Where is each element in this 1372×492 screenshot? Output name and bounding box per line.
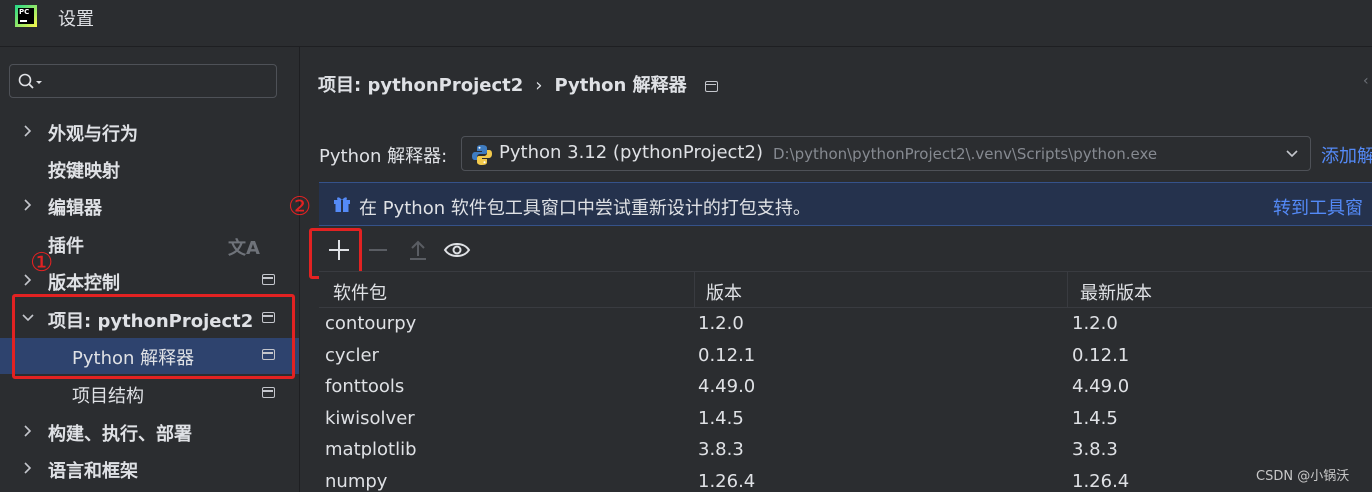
sidebar-item-label: 语言和框架: [48, 461, 138, 482]
breadcrumb-page: Python 解释器: [554, 75, 687, 96]
column-header-package[interactable]: 软件包: [333, 279, 387, 305]
package-latest-version: 0.12.1: [1072, 344, 1130, 366]
interpreter-name: Python 3.12 (pythonProject2): [499, 142, 763, 163]
interpreter-path: D:\python\pythonProject2\.venv\Scripts\p…: [773, 145, 1158, 163]
column-header-version[interactable]: 版本: [706, 279, 742, 305]
install-package-button[interactable]: [324, 234, 354, 266]
annotation-number-2: ②: [288, 192, 312, 222]
chevron-right-icon: [24, 462, 32, 474]
package-name: kiwisolver: [325, 407, 415, 429]
table-row[interactable]: fonttools 4.49.0 4.49.0: [319, 372, 1372, 404]
settings-search-box[interactable]: [9, 64, 277, 98]
package-latest-version: 3.8.3: [1072, 439, 1118, 460]
breadcrumb-separator: ›: [535, 75, 543, 96]
package-name: numpy: [325, 470, 388, 492]
chevron-right-icon: [24, 425, 32, 437]
sidebar-item-label: 插件: [48, 236, 84, 257]
search-input[interactable]: [50, 69, 270, 93]
annotation-box-1: [12, 294, 295, 379]
interpreter-label: Python 解释器:: [319, 146, 448, 167]
banner-text: 在 Python 软件包工具窗口中尝试重新设计的打包支持。: [359, 198, 811, 219]
packages-table: 软件包 版本 最新版本 contourpy 1.2.0 1.2.0 cycler…: [319, 271, 1372, 492]
package-name: contourpy: [325, 313, 417, 334]
pycharm-logo-icon: PC: [15, 5, 37, 27]
sidebar-item-build[interactable]: 构建、执行、部署: [0, 414, 299, 450]
project-level-icon: [704, 80, 718, 92]
sidebar-item-label: 编辑器: [48, 198, 102, 219]
back-arrow-icon[interactable]: ‹: [1363, 73, 1369, 89]
chevron-right-icon: [24, 199, 32, 211]
window-title: 设置: [58, 9, 94, 30]
gift-icon: [334, 197, 350, 212]
show-early-releases-button[interactable]: [442, 234, 472, 266]
column-separator: [694, 272, 695, 308]
upgrade-package-button[interactable]: [403, 234, 433, 266]
breadcrumb: 项目: pythonProject2 › Python 解释器: [318, 71, 718, 97]
open-tool-window-link[interactable]: 转到工具窗: [1273, 194, 1363, 220]
search-icon: [18, 73, 42, 89]
package-name: matplotlib: [325, 439, 417, 460]
sidebar-item-appearance[interactable]: 外观与行为: [0, 114, 299, 150]
minus-icon: [369, 249, 387, 251]
annotation-number-1: ①: [30, 248, 54, 278]
chevron-right-icon: [24, 125, 32, 137]
column-separator: [1067, 272, 1068, 308]
table-row[interactable]: cycler 0.12.1 0.12.1: [319, 341, 1372, 373]
table-row[interactable]: contourpy 1.2.0 1.2.0: [319, 309, 1372, 341]
upgrade-arrow-icon: [410, 240, 426, 260]
table-row[interactable]: kiwisolver 1.4.5 1.4.5: [319, 404, 1372, 436]
breadcrumb-project[interactable]: 项目: pythonProject2: [318, 75, 523, 96]
package-version: 1.4.5: [698, 407, 744, 429]
sidebar-item-label: 版本控制: [48, 273, 120, 294]
sidebar-item-keymap[interactable]: 按键映射: [0, 151, 299, 187]
plus-icon: [329, 240, 349, 260]
package-version: 4.49.0: [698, 376, 756, 397]
package-latest-version: 1.2.0: [1072, 313, 1118, 334]
table-header: 软件包 版本 最新版本: [319, 272, 1372, 308]
chevron-down-icon: [1286, 150, 1298, 158]
project-level-icon: [262, 274, 275, 285]
package-version: 1.26.4: [698, 470, 756, 492]
watermark: CSDN @小锅沃: [1256, 469, 1350, 484]
sidebar-item-editor[interactable]: 编辑器: [0, 188, 299, 224]
packages-toolbar: [319, 230, 719, 270]
project-level-icon: [262, 387, 275, 398]
translate-icon: 文A: [228, 238, 260, 259]
sidebar-item-languages[interactable]: 语言和框架: [0, 451, 299, 487]
uninstall-package-button[interactable]: [363, 234, 393, 266]
column-header-latest[interactable]: 最新版本: [1080, 279, 1152, 305]
interpreter-select[interactable]: Python 3.12 (pythonProject2) D:\python\p…: [461, 136, 1311, 171]
logo-text: PC: [18, 8, 34, 24]
sidebar-item-label: 项目结构: [72, 386, 144, 407]
package-name: cycler: [325, 344, 379, 366]
title-bar: PC 设置: [0, 0, 1372, 36]
sidebar-item-label: 外观与行为: [48, 124, 138, 145]
package-latest-version: 1.26.4: [1072, 470, 1130, 492]
sidebar-item-label: 按键映射: [48, 161, 120, 182]
sidebar-item-project-structure[interactable]: 项目结构: [0, 376, 299, 412]
eye-icon: [443, 243, 471, 257]
settings-main-panel: 项目: pythonProject2 › Python 解释器 ‹ Python 解…: [288, 47, 1372, 492]
package-latest-version: 4.49.0: [1072, 376, 1130, 397]
package-version: 1.2.0: [698, 313, 744, 334]
package-name: fonttools: [325, 376, 405, 397]
package-latest-version: 1.4.5: [1072, 407, 1118, 429]
python-icon: [472, 145, 492, 165]
package-version: 3.8.3: [698, 439, 744, 460]
sidebar-item-label: 构建、执行、部署: [48, 424, 192, 445]
info-banner: 在 Python 软件包工具窗口中尝试重新设计的打包支持。 转到工具窗: [319, 182, 1372, 226]
table-row[interactable]: numpy 1.26.4 1.26.4: [319, 467, 1372, 492]
add-interpreter-link[interactable]: 添加解: [1321, 142, 1372, 168]
table-row[interactable]: matplotlib 3.8.3 3.8.3: [319, 435, 1372, 467]
package-version: 0.12.1: [698, 344, 756, 366]
